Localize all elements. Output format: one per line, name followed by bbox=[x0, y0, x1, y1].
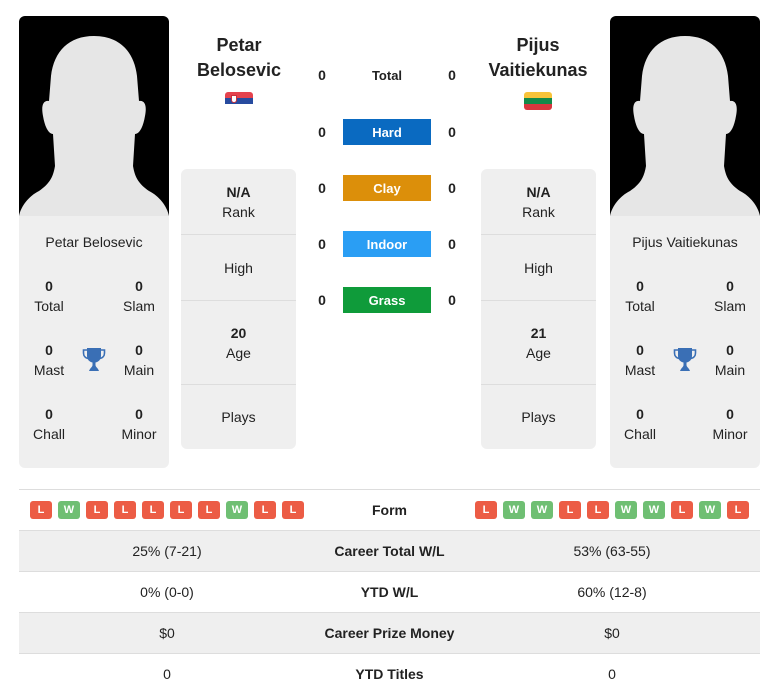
trophy-icon bbox=[673, 347, 697, 373]
player2-card-name: Pijus Vaitiekunas bbox=[632, 234, 738, 250]
player1-photo bbox=[19, 16, 169, 216]
player2-slam-stat: 0 Slam bbox=[714, 278, 746, 314]
form-badge-loss: L bbox=[86, 501, 108, 519]
comparison-p1-value: $0 bbox=[159, 625, 175, 641]
form-badge-win: W bbox=[226, 501, 248, 519]
comparison-label: YTD W/L bbox=[360, 584, 419, 600]
form-badge-loss: L bbox=[142, 501, 164, 519]
h2h-total-p2: 0 bbox=[448, 67, 456, 83]
player1-chall-stat: 0 Chall bbox=[33, 406, 65, 442]
player2-name[interactable]: Pijus Vaitiekunas bbox=[463, 33, 613, 83]
form-badge-win: W bbox=[531, 501, 553, 519]
h2h-hard-p2: 0 bbox=[448, 124, 456, 140]
player1-slam-stat: 0 Slam bbox=[123, 278, 155, 314]
player1-minor-stat: 0 Minor bbox=[121, 406, 157, 442]
form-badge-loss: L bbox=[559, 501, 581, 519]
player2-main-stat: 0 Main bbox=[714, 342, 746, 378]
form-badge-win: W bbox=[503, 501, 525, 519]
form-badge-loss: L bbox=[282, 501, 304, 519]
form-badge-loss: L bbox=[587, 501, 609, 519]
player1-total-stat: 0 Total bbox=[34, 278, 64, 314]
form-badge-loss: L bbox=[671, 501, 693, 519]
h2h-surface-row-hard: 0 Hard 0 bbox=[312, 119, 462, 145]
player1-main-stat: 0 Main bbox=[123, 342, 155, 378]
form-badge-loss: L bbox=[170, 501, 192, 519]
player1-form: LWLLLLLWLL bbox=[19, 501, 315, 519]
surface-clay-button[interactable]: Clay bbox=[343, 175, 431, 201]
form-badge-loss: L bbox=[254, 501, 276, 519]
player2-titles-card: Pijus Vaitiekunas 0 Total 0 Slam 0 Mast 0 Ma… bbox=[610, 216, 760, 468]
form-badge-loss: L bbox=[475, 501, 497, 519]
player2-mast-stat: 0 Mast bbox=[624, 342, 656, 378]
player2-high: High bbox=[481, 235, 596, 301]
h2h-grass-p2: 0 bbox=[448, 292, 456, 308]
h2h-grass-p1: 0 bbox=[318, 292, 326, 308]
player2-plays: Plays bbox=[521, 409, 556, 425]
form-badge-win: W bbox=[615, 501, 637, 519]
h2h-total-row: 0 Total 0 bbox=[312, 67, 462, 83]
comparison-p1-value: 0% (0-0) bbox=[140, 584, 194, 600]
player1-rank: N/A Rank bbox=[181, 169, 296, 235]
comparison-p2-value: 60% (12-8) bbox=[577, 584, 647, 600]
form-badge-win: W bbox=[58, 501, 80, 519]
player1-mast-stat: 0 Mast bbox=[33, 342, 65, 378]
player1-titles-card: Petar Belosevic 0 Total 0 Slam 0 Mast 0 Main… bbox=[19, 216, 169, 468]
form-label: Form bbox=[372, 502, 407, 518]
comparison-p2-value: 53% (63-55) bbox=[573, 543, 651, 559]
lithuania-flag-icon bbox=[524, 92, 552, 110]
trophy-icon bbox=[82, 347, 106, 373]
surface-hard-button[interactable]: Hard bbox=[343, 119, 431, 145]
comparison-row: 0 YTD Titles 0 bbox=[19, 653, 760, 694]
h2h-clay-p1: 0 bbox=[318, 180, 326, 196]
form-badge-loss: L bbox=[30, 501, 52, 519]
form-badge-loss: L bbox=[114, 501, 136, 519]
h2h-surface-row-grass: 0 Grass 0 bbox=[312, 287, 462, 313]
surface-grass-button[interactable]: Grass bbox=[343, 287, 431, 313]
h2h-clay-p2: 0 bbox=[448, 180, 456, 196]
serbia-flag-icon bbox=[225, 92, 253, 110]
form-badge-loss: L bbox=[727, 501, 749, 519]
h2h-surface-row-clay: 0 Clay 0 bbox=[312, 175, 462, 201]
player2-age: 21 Age bbox=[481, 301, 596, 385]
form-badge-win: W bbox=[643, 501, 665, 519]
comparison-row: $0 Career Prize Money $0 bbox=[19, 612, 760, 653]
player1-high: High bbox=[181, 235, 296, 301]
comparison-row: 25% (7-21) Career Total W/L 53% (63-55) bbox=[19, 530, 760, 571]
h2h-total-label: Total bbox=[371, 67, 403, 83]
comparison-label: Career Total W/L bbox=[334, 543, 445, 559]
player2-minor-stat: 0 Minor bbox=[712, 406, 748, 442]
surface-indoor-button[interactable]: Indoor bbox=[343, 231, 431, 257]
form-badge-win: W bbox=[699, 501, 721, 519]
form-row: LWLLLLLWLL Form LWWLLWWLWL bbox=[19, 489, 760, 530]
player1-info-card: N/A Rank High 20 Age Plays bbox=[181, 169, 296, 449]
player2-photo bbox=[610, 16, 760, 216]
h2h-hard-p1: 0 bbox=[318, 124, 326, 140]
comparison-label: YTD Titles bbox=[355, 666, 424, 682]
comparison-p2-value: 0 bbox=[608, 666, 616, 682]
h2h-surface-row-indoor: 0 Indoor 0 bbox=[312, 231, 462, 257]
player2-rank: N/A Rank bbox=[481, 169, 596, 235]
comparison-label: Career Prize Money bbox=[324, 625, 455, 641]
h2h-total-p1: 0 bbox=[318, 67, 326, 83]
form-badge-loss: L bbox=[198, 501, 220, 519]
player2-total-stat: 0 Total bbox=[625, 278, 655, 314]
comparison-p2-value: $0 bbox=[604, 625, 620, 641]
player2-info-card: N/A Rank High 21 Age Plays bbox=[481, 169, 596, 449]
comparison-p1-value: 0 bbox=[163, 666, 171, 682]
h2h-indoor-p1: 0 bbox=[318, 236, 326, 252]
player2-form: LWWLLWWLWL bbox=[464, 501, 760, 519]
player1-name[interactable]: Petar Belosevic bbox=[164, 33, 314, 83]
comparison-row: 0% (0-0) YTD W/L 60% (12-8) bbox=[19, 571, 760, 612]
player1-plays: Plays bbox=[221, 409, 256, 425]
player1-age: 20 Age bbox=[181, 301, 296, 385]
player1-card-name: Petar Belosevic bbox=[45, 234, 143, 250]
h2h-indoor-p2: 0 bbox=[448, 236, 456, 252]
comparison-p1-value: 25% (7-21) bbox=[132, 543, 202, 559]
player2-chall-stat: 0 Chall bbox=[624, 406, 656, 442]
